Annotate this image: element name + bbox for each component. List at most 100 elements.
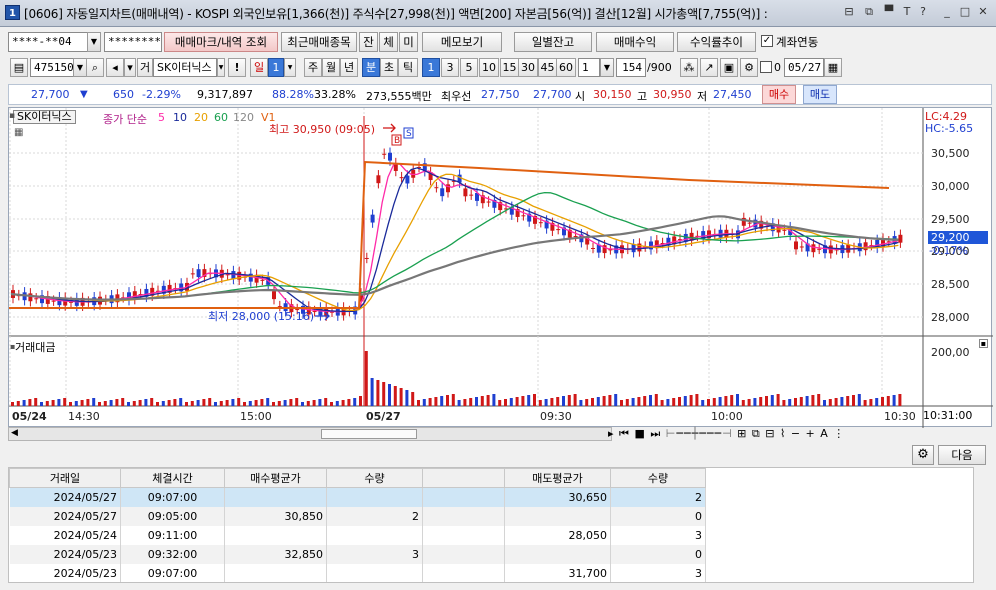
close-icon[interactable]: ✕ — [976, 5, 990, 19]
interval-15-button[interactable]: 15 — [500, 58, 519, 77]
interval-dropdown-icon[interactable]: ▼ — [600, 58, 614, 77]
col-sell-avg-header[interactable]: 매도평균가 — [504, 468, 611, 488]
zoom-slider[interactable]: ⊢━━┿━━━⊣ — [666, 427, 733, 440]
chart-stock-name[interactable]: SK이터닉스 — [13, 110, 76, 124]
period-tick-button[interactable]: 틱 — [398, 58, 418, 77]
font-icon[interactable]: T — [900, 5, 914, 19]
period-second-button[interactable]: 초 — [380, 58, 398, 77]
minimize-icon[interactable]: _ — [940, 5, 954, 19]
recent-trades-button[interactable]: 최근매매종목 — [281, 32, 357, 52]
volume-menu-icon[interactable]: ▪ — [10, 342, 15, 351]
volume-bar — [422, 399, 426, 406]
col-buy-avg-header[interactable]: 매수평균가 — [224, 468, 327, 488]
tab-unfilled[interactable]: 미 — [399, 32, 418, 52]
chart-scrollbar[interactable]: ◀ — [8, 427, 612, 441]
sell-button[interactable]: 매도 — [803, 85, 837, 104]
help-icon[interactable]: ? — [916, 5, 930, 19]
volume-panel-close-icon[interactable]: ▪ — [979, 339, 988, 348]
search-icon[interactable]: ⌕ — [86, 58, 104, 77]
gear-settings-icon[interactable]: ⚙ — [912, 445, 934, 465]
chart-settings-icon[interactable]: ▤ — [10, 58, 28, 77]
line-tool-icon[interactable]: ⌇ — [780, 427, 786, 440]
stock-prefix-button[interactable]: 거 — [137, 58, 153, 77]
scroll-right-icon[interactable]: ▸ — [608, 427, 615, 440]
calendar-icon[interactable]: ▦ — [824, 58, 842, 77]
table-row[interactable]: 2024/05/24 09:11:00 28,050 3 — [9, 525, 968, 545]
interval-10-button[interactable]: 10 — [479, 58, 499, 77]
table-row[interactable]: 2024/05/27 09:07:00 30,650 2 — [9, 487, 968, 507]
tab-balance[interactable]: 잔 — [359, 32, 378, 52]
gear-icon[interactable]: ⚙ — [740, 58, 758, 77]
period-year-button[interactable]: 년 — [340, 58, 358, 77]
chart-area[interactable]: 30,500 30,000 29,500 29,000 28,500 28,000 200,… — [8, 107, 993, 428]
interval-45-button[interactable]: 45 — [538, 58, 557, 77]
down-arrow-icon: ▼ — [80, 89, 88, 100]
table-row[interactable]: 2024/05/23 09:07:00 31,700 3 — [9, 563, 968, 582]
period-week-button[interactable]: 주 — [304, 58, 322, 77]
count-field[interactable]: 154 — [616, 58, 646, 77]
alert-icon[interactable]: ! — [228, 58, 246, 77]
table-row[interactable]: 2024/05/23 09:32:00 32,850 3 0 — [9, 544, 968, 564]
first-page-icon[interactable]: ⏮ — [619, 427, 630, 440]
interval-5-button[interactable]: 5 — [460, 58, 478, 77]
split-icon[interactable]: ⊟ — [842, 5, 856, 19]
memo-button[interactable]: 메모보기 — [422, 32, 502, 52]
crosshair-icon[interactable]: ⊞ — [737, 427, 747, 440]
trade-profit-button[interactable]: 매매수익 — [596, 32, 674, 52]
scroll-left-icon[interactable]: ◀ — [11, 428, 18, 438]
period-month-button[interactable]: 월 — [322, 58, 340, 77]
trade-mark-button[interactable]: 매매마크/내역 조회 — [164, 32, 278, 52]
sound-dropdown-icon[interactable]: ▾ — [124, 58, 136, 77]
stock-code-field[interactable]: 475150 — [30, 58, 74, 77]
next-button[interactable]: 다음 — [938, 445, 986, 465]
col-time-header[interactable]: 체결시간 — [120, 468, 225, 488]
col-buy-qty-header[interactable]: 수량 — [326, 468, 423, 488]
table-toggle-icon[interactable]: ▦ — [14, 127, 23, 138]
interval-3-button[interactable]: 3 — [441, 58, 459, 77]
low-label: 저 — [697, 90, 708, 103]
period-day-button[interactable]: 일 — [250, 58, 268, 77]
price-chart-svg[interactable]: 30,50030,00029,50029,00028,50028,000200,… — [9, 108, 993, 428]
zoom-out-icon[interactable]: − — [791, 427, 801, 440]
next-page-icon[interactable]: ⏭ — [650, 427, 661, 440]
buy-button[interactable]: 매수 — [762, 85, 796, 104]
date-checkbox[interactable] — [760, 61, 772, 73]
account-dropdown-icon[interactable]: ▼ — [87, 32, 101, 52]
profit-trend-button[interactable]: 수익률추이 — [677, 32, 756, 52]
interval-60-button[interactable]: 60 — [556, 58, 576, 77]
code-dropdown-icon[interactable]: ▼ — [73, 58, 87, 77]
save-icon[interactable]: ▣ — [720, 58, 738, 77]
tab-executed[interactable]: 체 — [379, 32, 398, 52]
stock-name-field[interactable]: SK이터닉스 — [153, 58, 217, 77]
period-day-value[interactable]: 1 — [268, 58, 284, 77]
period-day-dropdown-icon[interactable]: ▼ — [284, 58, 296, 77]
period-minute-button[interactable]: 분 — [362, 58, 380, 77]
tool-expand-icon[interactable]: ⋮ — [833, 427, 845, 440]
tile-icon[interactable]: ⧉ — [862, 5, 876, 19]
copy-icon[interactable]: ⧉ — [752, 427, 761, 440]
table-row[interactable]: 2024/05/27 09:05:00 30,850 2 0 — [9, 506, 968, 526]
stock-name-dropdown-icon[interactable]: ▼ — [217, 58, 225, 77]
zoom-in-icon[interactable]: + — [806, 427, 816, 440]
sound-icon[interactable]: ◂ — [106, 58, 124, 77]
link-checkbox[interactable]: ✓ — [761, 35, 773, 47]
scroll-thumb[interactable] — [321, 429, 417, 439]
indicator-icon[interactable]: ⁂ — [680, 58, 698, 77]
col-date-header[interactable]: 거래일 — [9, 468, 121, 488]
pin-icon[interactable]: ▀ — [882, 5, 896, 19]
volume-bar — [602, 396, 606, 406]
chart-menu-icon[interactable]: ▪ — [9, 111, 15, 121]
stop-icon[interactable]: ■ — [634, 427, 645, 440]
interval-30-button[interactable]: 30 — [518, 58, 538, 77]
daily-balance-button[interactable]: 일별잔고 — [514, 32, 592, 52]
date-field[interactable]: 05/27 — [784, 58, 824, 77]
maximize-icon[interactable]: □ — [958, 5, 972, 19]
interval-1-button[interactable]: 1 — [422, 58, 440, 77]
col-sell-qty-header[interactable]: 수량 — [610, 468, 706, 488]
draw-tool-icon[interactable]: ↗ — [700, 58, 718, 77]
text-icon[interactable]: A — [820, 427, 829, 440]
interval-value-field[interactable]: 1 — [578, 58, 600, 77]
account-field[interactable]: ****-**04 — [8, 32, 88, 52]
password-field[interactable]: ******** — [104, 32, 162, 52]
fib-icon[interactable]: ⊟ — [765, 427, 775, 440]
